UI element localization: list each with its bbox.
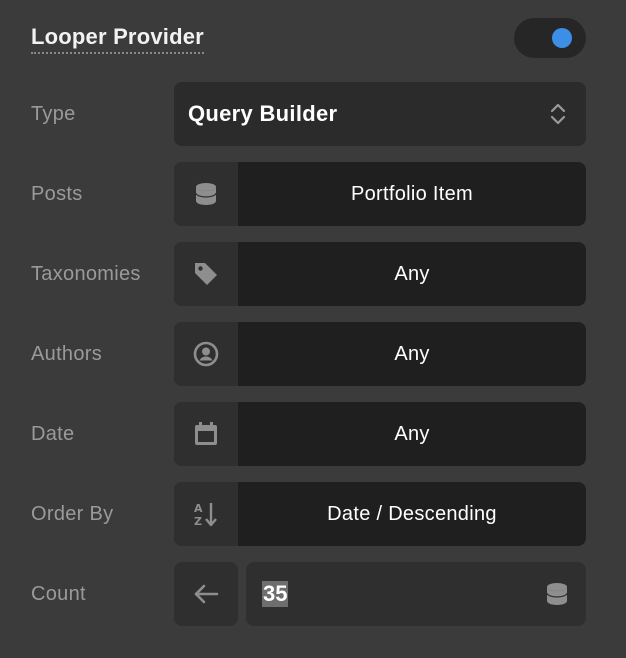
database-icon[interactable] [546, 582, 568, 606]
type-select-value: Query Builder [188, 101, 338, 126]
date-field[interactable]: Any [174, 402, 586, 466]
count-label: Count [31, 583, 86, 605]
row-authors: Authors Any [0, 322, 626, 386]
arrow-left-icon[interactable] [174, 562, 238, 626]
database-icon [174, 162, 238, 226]
authors-field[interactable]: Any [174, 322, 586, 386]
date-value: Any [394, 423, 430, 445]
row-taxonomies: Taxonomies Any [0, 242, 626, 306]
looper-provider-panel: Looper Provider Type Query Builder Posts [0, 0, 626, 658]
order-by-value: Date / Descending [327, 503, 497, 525]
type-select[interactable]: Query Builder [174, 82, 586, 146]
row-count: Count 35 [0, 562, 626, 626]
row-type: Type Query Builder [0, 82, 626, 146]
panel-title[interactable]: Looper Provider [31, 24, 204, 54]
taxonomies-field[interactable]: Any [174, 242, 586, 306]
type-label: Type [31, 103, 76, 125]
row-order-by: Order By A Z Date / Descending [0, 482, 626, 546]
count-input[interactable]: 35 [246, 562, 586, 626]
count-value[interactable]: 35 [262, 581, 289, 607]
row-posts: Posts Portfolio Item [0, 162, 626, 226]
taxonomies-value: Any [394, 263, 430, 285]
authors-value: Any [394, 343, 430, 365]
svg-text:A: A [194, 502, 203, 515]
looper-provider-toggle[interactable] [514, 18, 586, 58]
posts-label: Posts [31, 183, 83, 205]
row-date: Date Any [0, 402, 626, 466]
order-by-field[interactable]: A Z Date / Descending [174, 482, 586, 546]
user-circle-icon [174, 322, 238, 386]
posts-value: Portfolio Item [350, 183, 474, 205]
date-label: Date [31, 423, 75, 445]
tag-icon [174, 242, 238, 306]
order-by-label: Order By [31, 503, 114, 525]
toggle-knob [552, 28, 572, 48]
calendar-icon [174, 402, 238, 466]
sort-az-icon: A Z [174, 482, 238, 546]
svg-text:Z: Z [194, 515, 202, 528]
posts-field[interactable]: Portfolio Item [174, 162, 586, 226]
chevron-up-down-icon [548, 103, 568, 125]
panel-header: Looper Provider [31, 18, 586, 60]
authors-label: Authors [31, 343, 103, 365]
taxonomies-label: Taxonomies [31, 263, 141, 285]
